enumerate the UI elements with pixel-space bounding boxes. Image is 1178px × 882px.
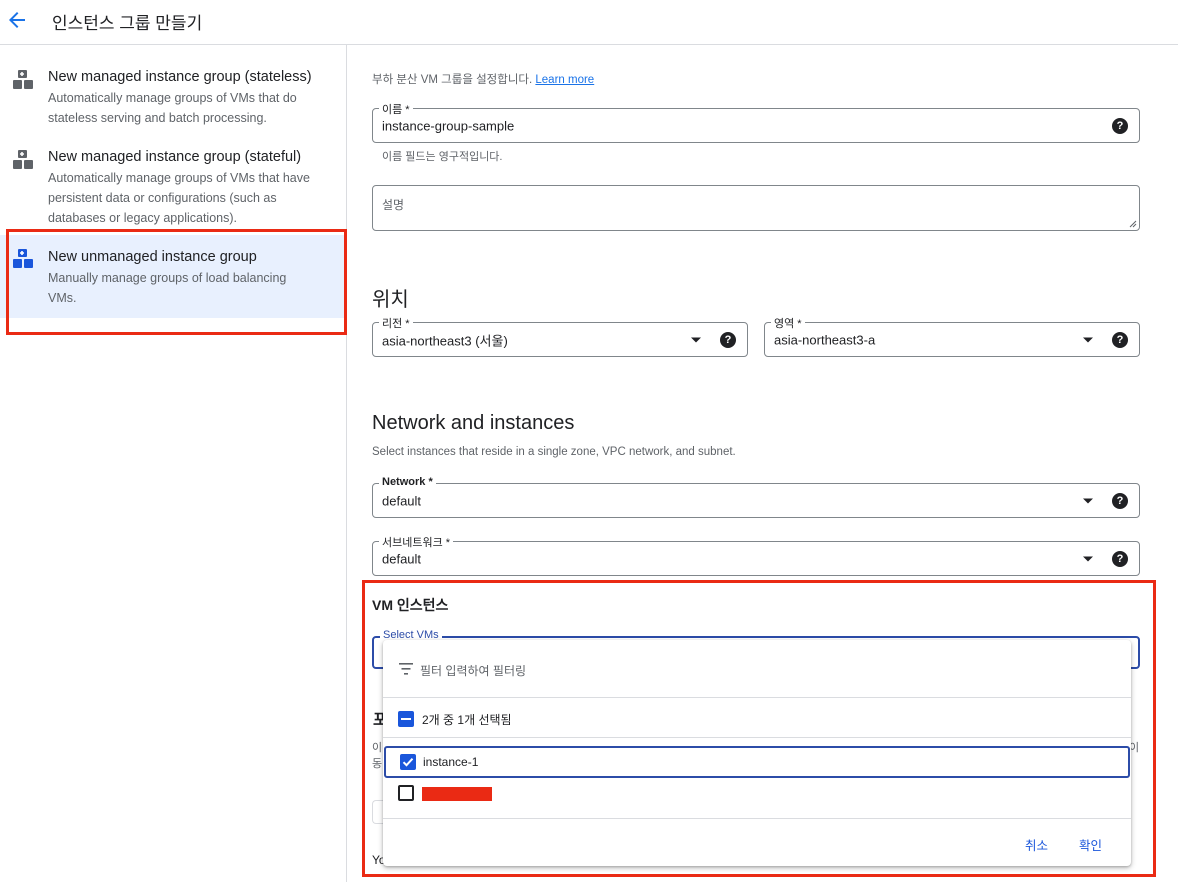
subnetwork-select[interactable]: 서브네트워크 * default ? — [372, 534, 1140, 576]
highlight-box — [6, 229, 347, 335]
field-label: 이름 * — [379, 101, 413, 117]
sidebar: New managed instance group (stateless) A… — [0, 45, 347, 882]
instance-group-icon — [12, 69, 36, 93]
description-field[interactable]: 설명 — [372, 185, 1140, 231]
help-circle-icon[interactable]: ? — [1112, 550, 1128, 567]
arrow-left-icon[interactable] — [5, 8, 29, 32]
field-label: 리전 * — [379, 315, 413, 331]
field-label: 서브네트워크 * — [379, 534, 454, 550]
learn-more-link[interactable]: Learn more — [535, 74, 594, 86]
zone-value: asia-northeast3-a — [774, 332, 876, 347]
network-select[interactable]: Network * default ? — [372, 476, 1140, 518]
help-circle-icon[interactable]: ? — [720, 331, 736, 348]
chevron-down-icon[interactable] — [1083, 337, 1093, 342]
sidebar-item-desc: Automatically manage groups of VMs that … — [48, 91, 297, 125]
help-circle-icon[interactable]: ? — [1112, 331, 1128, 348]
field-label: Network * — [379, 476, 436, 488]
chevron-down-icon[interactable] — [691, 337, 701, 342]
highlight-box — [362, 580, 1156, 877]
region-select[interactable]: 리전 * asia-northeast3 (서울) ? — [372, 315, 748, 357]
name-hint: 이름 필드는 영구적입니다. — [382, 151, 503, 163]
sidebar-item-managed-stateful[interactable]: New managed instance group (stateful) Au… — [0, 147, 346, 228]
zone-select[interactable]: 영역 * asia-northeast3-a ? — [764, 315, 1140, 357]
chevron-down-icon[interactable] — [1083, 556, 1093, 561]
help-circle-icon[interactable]: ? — [1112, 492, 1128, 509]
sidebar-item-title: New managed instance group (stateful) — [48, 149, 302, 165]
instance-group-icon — [12, 149, 36, 173]
chevron-down-icon[interactable] — [1083, 498, 1093, 503]
top-bar: 인스턴스 그룹 만들기 — [0, 0, 1178, 45]
sidebar-item-desc: Automatically manage groups of VMs that … — [48, 171, 310, 225]
field-label: 영역 * — [771, 315, 805, 331]
name-field[interactable]: 이름 * instance-group-sample ? — [372, 101, 1140, 143]
intro-text: 부하 분산 VM 그룹을 설정합니다. Learn more — [372, 74, 595, 86]
help-circle-icon[interactable]: ? — [1112, 117, 1128, 134]
location-heading: 위치 — [372, 289, 409, 311]
subnetwork-value: default — [382, 551, 422, 566]
sidebar-item-title: New managed instance group (stateless) — [48, 69, 312, 85]
network-value: default — [382, 493, 422, 508]
network-section-subtitle: Select instances that reside in a single… — [372, 446, 736, 458]
resize-handle-icon[interactable] — [1129, 220, 1137, 228]
page-title: 인스턴스 그룹 만들기 — [52, 14, 203, 33]
name-input-value: instance-group-sample — [382, 118, 515, 133]
sidebar-item-managed-stateless[interactable]: New managed instance group (stateless) A… — [0, 67, 346, 128]
network-section-heading: Network and instances — [372, 412, 575, 434]
description-placeholder: 설명 — [382, 198, 405, 212]
region-value: asia-northeast3 (서울) — [382, 333, 508, 348]
